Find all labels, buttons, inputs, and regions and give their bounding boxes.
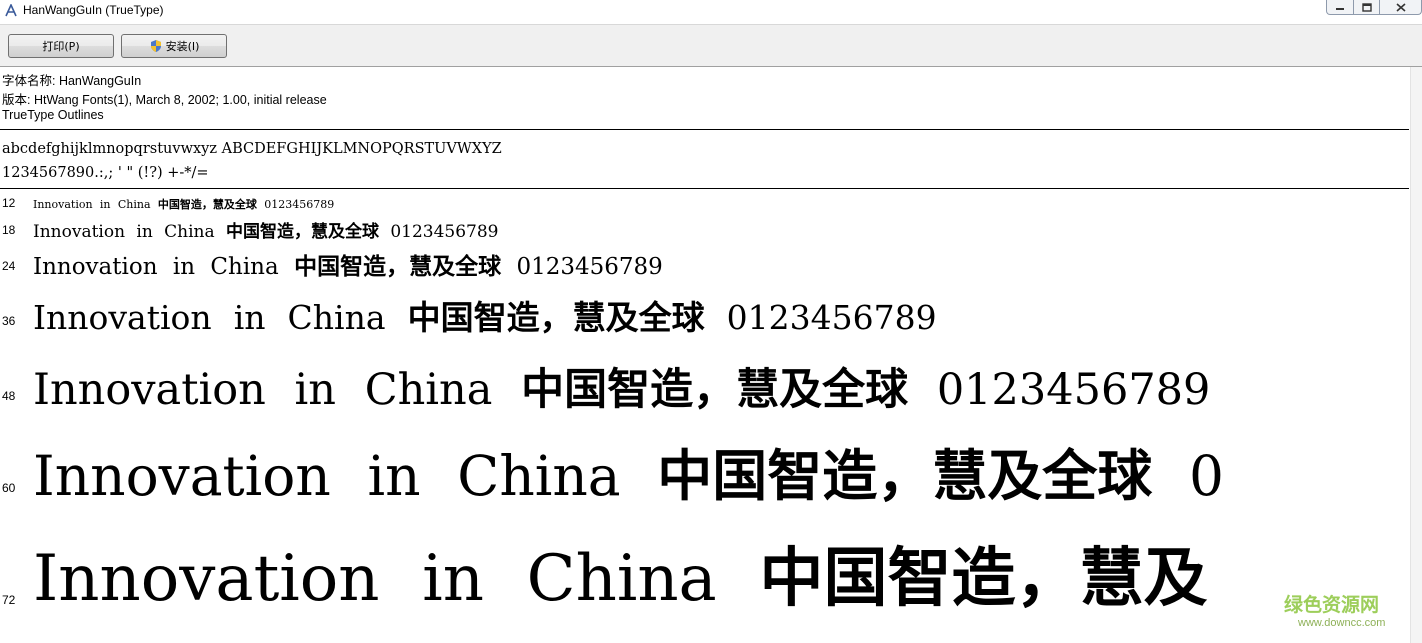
install-button[interactable]: 安装(I) xyxy=(121,34,227,58)
uac-shield-icon xyxy=(150,40,161,52)
sample-digits: 0123456789 xyxy=(726,298,937,337)
close-button[interactable] xyxy=(1380,0,1422,15)
print-button[interactable]: 打印(P) xyxy=(8,34,114,58)
maximize-icon xyxy=(1361,2,1372,12)
sample-cjk: 中国智造，慧及全球 xyxy=(521,365,909,415)
sample-digits: 0123456789 xyxy=(390,222,499,242)
window-title: HanWangGuIn (TrueType) xyxy=(23,3,164,17)
sample-line-24: Innovation in China 中国智造，慧及全球 0123456789 xyxy=(33,247,663,281)
sample-size-label: 60 xyxy=(2,481,16,495)
watermark-url: www.downcc.com xyxy=(1298,617,1386,629)
sample-latin: Innovation in China xyxy=(33,542,717,616)
sample-digits: 0123456789 xyxy=(516,254,663,280)
sample-cjk: 中国智造，慧及 xyxy=(759,542,1208,616)
sample-size-label: 48 xyxy=(2,389,16,403)
toolbar: 打印(P) 安装(I) xyxy=(0,25,1422,67)
minimize-button[interactable] xyxy=(1326,0,1354,15)
font-app-icon xyxy=(5,4,17,17)
sample-size-label: 12 xyxy=(2,196,16,210)
font-preview-pane: 字体名称: HanWangGuIn 版本: HtWang Fonts(1), M… xyxy=(0,67,1409,643)
sample-latin: Innovation in China xyxy=(33,298,386,337)
sample-digits: 0123456789 xyxy=(936,365,1211,415)
sample-latin: Innovation in China xyxy=(33,222,215,242)
maximize-button[interactable] xyxy=(1354,0,1380,15)
charset-letters: abcdefghijklmnopqrstuvwxyz ABCDEFGHIJKLM… xyxy=(2,141,502,157)
sample-line-60: Innovation in China 中国智造，慧及全球 0 xyxy=(33,431,1224,511)
sample-size-label: 36 xyxy=(2,314,16,328)
watermark-text: 绿色资源网 xyxy=(1284,594,1380,616)
print-button-label: 打印(P) xyxy=(42,40,80,53)
sample-cjk: 中国智造，慧及全球 xyxy=(225,222,379,242)
sample-size-label: 72 xyxy=(2,593,16,607)
divider xyxy=(0,129,1409,130)
watermark: 绿色资源网 www.downcc.com xyxy=(1284,590,1404,630)
sample-cjk: 中国智造，慧及全球 xyxy=(407,298,705,337)
sample-line-72: Innovation in China 中国智造，慧及 xyxy=(33,527,1207,619)
font-outline-type: TrueType Outlines xyxy=(2,108,104,122)
font-version: 版本: HtWang Fonts(1), March 8, 2002; 1.00… xyxy=(2,93,327,107)
sample-latin: Innovation in China xyxy=(33,254,279,280)
install-button-label: 安装(I) xyxy=(165,40,200,53)
sample-digits: 0123456789 xyxy=(264,198,335,211)
vertical-scrollbar[interactable] xyxy=(1410,67,1422,643)
sample-cjk: 中国智造，慧及全球 xyxy=(294,254,502,280)
close-icon xyxy=(1395,2,1406,12)
sample-latin: Innovation in China xyxy=(33,365,493,415)
sample-latin: Innovation in China xyxy=(33,444,621,508)
sample-digits: 0 xyxy=(1189,444,1225,508)
font-name: 字体名称: HanWangGuIn xyxy=(2,74,142,88)
sample-cjk: 中国智造，慧及全球 xyxy=(157,198,257,211)
window-controls xyxy=(1326,0,1422,16)
sample-line-18: Innovation in China 中国智造，慧及全球 0123456789 xyxy=(33,217,499,242)
sample-size-label: 18 xyxy=(2,223,16,237)
title-bar: HanWangGuIn (TrueType) xyxy=(0,0,1422,25)
charset-digits-symbols: 1234567890.:,; ' " (!?) +-*/= xyxy=(2,165,209,181)
sample-line-36: Innovation in China 中国智造，慧及全球 0123456789 xyxy=(33,291,937,339)
minimize-icon xyxy=(1336,8,1344,10)
sample-size-label: 24 xyxy=(2,259,16,273)
sample-line-12: Innovation in China 中国智造，慧及全球 0123456789 xyxy=(33,196,334,212)
divider xyxy=(0,188,1409,189)
sample-line-48: Innovation in China 中国智造，慧及全球 0123456789 xyxy=(33,355,1210,417)
sample-latin: Innovation in China xyxy=(33,198,151,211)
sample-cjk: 中国智造，慧及全球 xyxy=(657,444,1153,508)
